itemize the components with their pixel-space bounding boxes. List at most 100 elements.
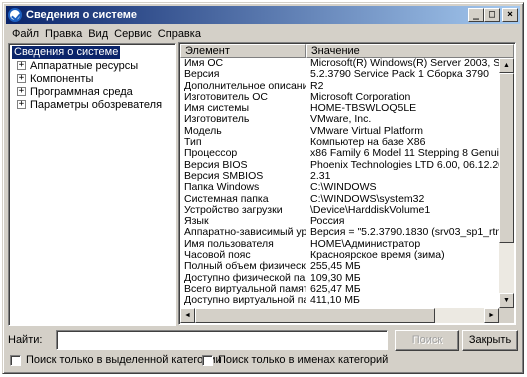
row-value-cell: \Device\HarddiskVolume1 <box>310 204 431 216</box>
expand-icon[interactable]: + <box>17 74 26 83</box>
tree-item-hardware-resources[interactable]: + Аппаратные ресурсы <box>11 59 173 72</box>
find-button[interactable]: Поиск <box>395 330 459 351</box>
search-category-names-option[interactable]: Поиск только в именах категорий <box>202 354 388 366</box>
vertical-scroll-thumb[interactable] <box>499 73 514 243</box>
table-row[interactable]: Язык Россия <box>180 216 499 227</box>
tree-item-components[interactable]: + Компоненты <box>11 72 173 85</box>
row-item-cell: Процессор <box>184 148 238 160</box>
scroll-left-button[interactable]: ◄ <box>180 308 195 323</box>
tree-item-label: Программная среда <box>30 85 133 98</box>
row-item-cell: Модель <box>184 125 222 137</box>
table-row[interactable]: Версия BIOS Phoenix Technologies LTD 6.00… <box>180 160 499 171</box>
row-item-cell: Имя ОС <box>184 58 224 69</box>
minimize-button[interactable]: _ <box>468 8 484 22</box>
table-row[interactable]: Устройство загрузки \Device\HarddiskVolum… <box>180 205 499 216</box>
table-row[interactable]: Доступно виртуальной па... 411,10 МБ <box>180 295 499 306</box>
menu-bar: Файл Правка Вид Сервис Справка <box>6 25 520 42</box>
menu-tools[interactable]: Сервис <box>111 28 155 40</box>
tree-item-label: Аппаратные ресурсы <box>30 59 139 72</box>
table-row[interactable]: Системная папка C:\WINDOWS\system32 <box>180 194 499 205</box>
row-value-cell: Версия = "5.2.3790.1830 (srv03_sp1_rtm.0… <box>310 227 499 239</box>
category-tree[interactable]: Сведения о системе + Аппаратные ресурсы … <box>8 43 176 326</box>
column-header-item[interactable]: Элемент <box>180 44 306 58</box>
row-value-cell: Красноярское время (зима) <box>310 250 445 262</box>
table-row[interactable]: Часовой пояс Красноярское время (зима) <box>180 250 499 261</box>
tree-root-system-summary[interactable]: Сведения о системе <box>12 46 121 59</box>
table-row[interactable]: Дополнительное описани... R2 <box>180 81 499 92</box>
tree-item-browser-settings[interactable]: + Параметры обозревателя <box>11 98 173 111</box>
search-category-names-checkbox[interactable] <box>202 354 213 366</box>
list-rows: Имя ОС Microsoft(R) Windows(R) Server 200… <box>180 58 499 308</box>
scroll-right-button[interactable]: ► <box>484 308 499 323</box>
row-item-cell: Доступно виртуальной па... <box>184 295 306 307</box>
table-row[interactable]: Полный объем физическ... 255,45 МБ <box>180 261 499 272</box>
maximize-button[interactable]: □ <box>484 8 500 22</box>
table-row[interactable]: Модель VMware Virtual Platform <box>180 126 499 137</box>
row-item-cell: Устройство загрузки <box>184 204 283 216</box>
horizontal-scrollbar[interactable]: ◄ ► <box>180 308 499 323</box>
window-title: Сведения о системе <box>26 9 138 21</box>
row-item-cell: Имя пользователя <box>184 238 274 250</box>
table-row[interactable]: Всего виртуальной памяти 625,47 МБ <box>180 284 499 295</box>
menu-view[interactable]: Вид <box>85 28 111 40</box>
row-value-cell: HOME-TBSWLOQ5LE <box>310 103 417 115</box>
row-item-cell: Версия SMBIOS <box>184 170 264 182</box>
search-selected-category-option[interactable]: Поиск только в выделенной категории <box>10 354 222 366</box>
table-row[interactable]: Имя ОС Microsoft(R) Windows(R) Server 200… <box>180 58 499 69</box>
table-row[interactable]: Тип Компьютер на базе X86 <box>180 137 499 148</box>
row-value-cell: Россия <box>310 216 345 228</box>
row-item-cell: Имя системы <box>184 103 250 115</box>
row-item-cell: Системная папка <box>184 193 269 205</box>
title-bar[interactable]: Сведения о системе _ □ × <box>6 6 520 24</box>
expand-icon[interactable]: + <box>17 61 26 70</box>
row-value-cell: C:\WINDOWS\system32 <box>310 193 425 205</box>
tree-item-label: Параметры обозревателя <box>30 98 163 111</box>
table-row[interactable]: Аппаратно-зависимый ур... Версия = "5.2.3… <box>180 227 499 238</box>
table-row[interactable]: Изготовитель VMware, Inc. <box>180 114 499 125</box>
find-input[interactable] <box>56 330 388 350</box>
expand-icon[interactable]: + <box>17 100 26 109</box>
table-row[interactable]: Имя системы HOME-TBSWLOQ5LE <box>180 103 499 114</box>
tree-item-label: Компоненты <box>30 72 94 85</box>
row-value-cell: VMware, Inc. <box>310 114 372 126</box>
menu-help[interactable]: Справка <box>155 28 204 40</box>
row-item-cell: Дополнительное описани... <box>184 80 306 92</box>
row-value-cell: x86 Family 6 Model 11 Stepping 8 Genuine… <box>310 148 499 160</box>
row-item-cell: Всего виртуальной памяти <box>184 283 306 295</box>
table-row[interactable]: Имя пользователя HOME\Администратор <box>180 239 499 250</box>
search-selected-category-label: Поиск только в выделенной категории <box>26 354 222 366</box>
table-row[interactable]: Изготовитель ОС Microsoft Corporation <box>180 92 499 103</box>
table-row[interactable]: Папка Windows C:\WINDOWS <box>180 182 499 193</box>
table-row[interactable]: Версия 5.2.3790 Service Pack 1 Сборка 379… <box>180 69 499 80</box>
tree-item-software-environment[interactable]: + Программная среда <box>11 85 173 98</box>
search-selected-category-checkbox[interactable] <box>10 354 21 366</box>
menu-file[interactable]: Файл <box>9 28 42 40</box>
find-label: Найти: <box>8 334 43 346</box>
table-row[interactable]: Доступно физической па... 109,30 МБ <box>180 273 499 284</box>
column-header-value[interactable]: Значение <box>306 44 514 58</box>
row-value-cell: Компьютер на базе X86 <box>310 137 426 149</box>
list-header: Элемент Значение <box>180 44 514 58</box>
row-value-cell: 2.31 <box>310 170 331 182</box>
row-item-cell: Доступно физической па... <box>184 272 306 284</box>
row-value-cell: 411,10 МБ <box>310 295 360 307</box>
row-item-cell: Изготовитель ОС <box>184 91 268 103</box>
close-button[interactable]: × <box>502 8 518 22</box>
close-dialog-button[interactable]: Закрыть <box>462 330 518 351</box>
row-value-cell: C:\WINDOWS <box>310 182 377 194</box>
scroll-down-button[interactable]: ▼ <box>499 293 514 308</box>
vertical-scrollbar[interactable]: ▲ ▼ <box>499 58 514 308</box>
horizontal-scroll-thumb[interactable] <box>195 308 435 323</box>
menu-edit[interactable]: Правка <box>42 28 85 40</box>
details-list[interactable]: Элемент Значение Имя ОС Microsoft(R) Wind… <box>178 42 516 325</box>
row-item-cell: Папка Windows <box>184 182 260 194</box>
window-controls: _ □ × <box>468 8 518 22</box>
expand-icon[interactable]: + <box>17 87 26 96</box>
row-value-cell: Phoenix Technologies LTD 6.00, 06.12.200… <box>310 159 499 171</box>
row-value-cell: 109,30 МБ <box>310 272 361 284</box>
row-item-cell: Полный объем физическ... <box>184 261 306 273</box>
scroll-up-button[interactable]: ▲ <box>499 58 514 73</box>
table-row[interactable]: Версия SMBIOS 2.31 <box>180 171 499 182</box>
row-value-cell: HOME\Администратор <box>310 238 421 250</box>
table-row[interactable]: Процессор x86 Family 6 Model 11 Stepping … <box>180 148 499 159</box>
